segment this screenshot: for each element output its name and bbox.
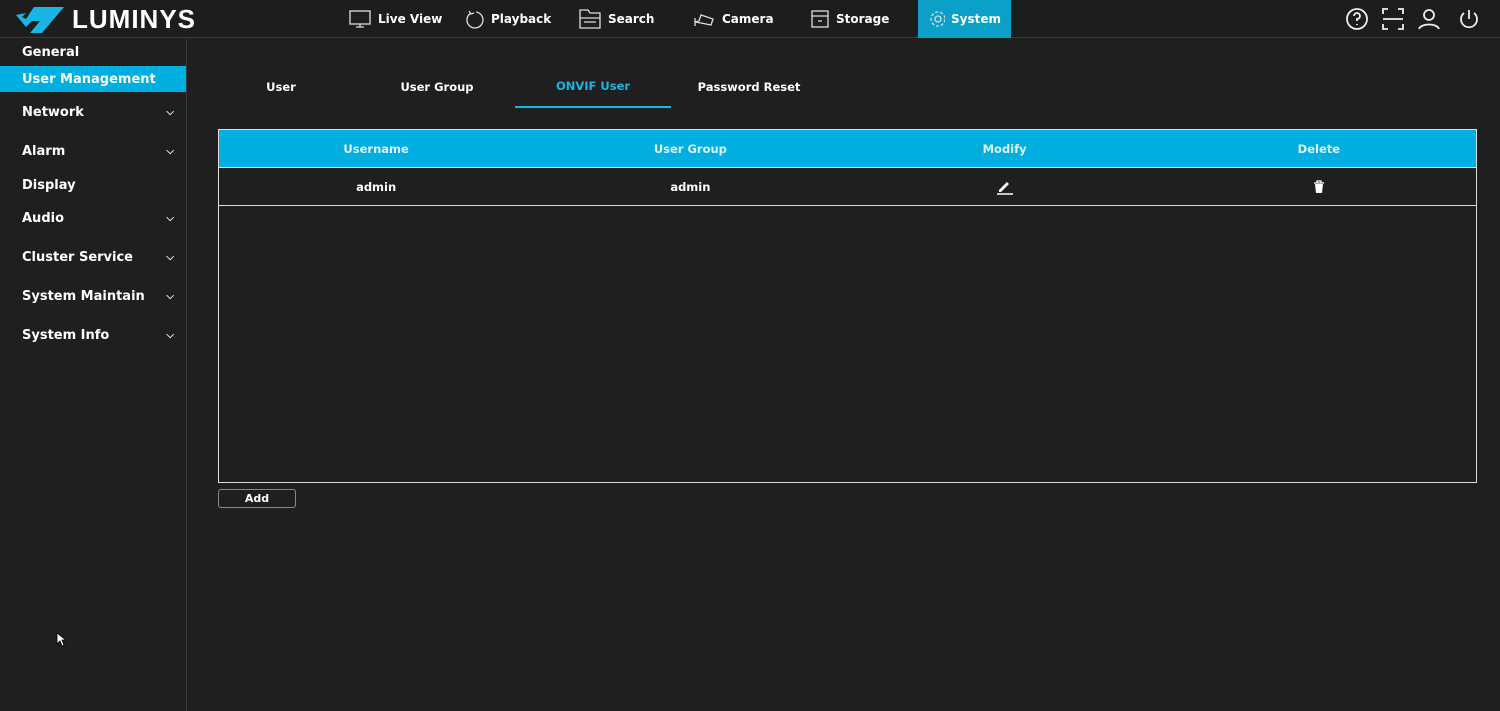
sidebar-item-audio[interactable]: Audio ⌵ bbox=[0, 205, 186, 231]
nav-storage[interactable]: Storage bbox=[800, 0, 899, 38]
fullscreen-icon[interactable] bbox=[1381, 7, 1405, 31]
header-delete: Delete bbox=[1162, 130, 1476, 167]
help-icon[interactable] bbox=[1345, 7, 1369, 31]
search-folder-icon bbox=[578, 8, 602, 30]
tab-user-group[interactable]: User Group bbox=[359, 66, 515, 108]
nav-label: Search bbox=[608, 12, 654, 26]
sidebar-label: System Info bbox=[22, 328, 109, 343]
power-icon[interactable] bbox=[1457, 7, 1481, 31]
sidebar-item-alarm[interactable]: Alarm ⌵ bbox=[0, 138, 186, 164]
sidebar-label: General bbox=[22, 45, 79, 60]
user-icon[interactable] bbox=[1417, 7, 1441, 31]
header-user-group: User Group bbox=[533, 130, 847, 167]
storage-icon bbox=[810, 9, 830, 29]
add-button[interactable]: Add bbox=[218, 489, 296, 508]
nav-camera[interactable]: Camera bbox=[682, 0, 784, 38]
nav-label: Storage bbox=[836, 12, 889, 26]
sidebar-item-general[interactable]: General bbox=[0, 39, 186, 65]
brand-name: LUMINYS bbox=[72, 4, 196, 35]
tab-user[interactable]: User bbox=[203, 66, 359, 108]
user-group-cell: admin bbox=[533, 168, 847, 205]
sidebar-item-user-management[interactable]: User Management bbox=[0, 66, 186, 92]
nav-search[interactable]: Search bbox=[568, 0, 664, 38]
tab-password-reset[interactable]: Password Reset bbox=[671, 66, 827, 108]
header-username: Username bbox=[219, 130, 533, 167]
tab-label: User Group bbox=[400, 80, 473, 94]
nav-system[interactable]: System bbox=[918, 0, 1011, 38]
gear-icon bbox=[928, 9, 945, 29]
sidebar-item-system-info[interactable]: System Info ⌵ bbox=[0, 322, 186, 348]
sidebar-item-network[interactable]: Network ⌵ bbox=[0, 99, 186, 125]
sidebar-label: Cluster Service bbox=[22, 250, 133, 265]
sidebar-item-system-maintain[interactable]: System Maintain ⌵ bbox=[0, 283, 186, 309]
sidebar-item-display[interactable]: Display bbox=[0, 172, 186, 198]
logo: LUMINYS bbox=[10, 4, 196, 35]
table-row: admin admin bbox=[219, 168, 1476, 206]
top-bar: LUMINYS Live View Playback Search Camera… bbox=[0, 0, 1500, 38]
nav-label: System bbox=[951, 12, 1001, 26]
username-cell: admin bbox=[219, 168, 533, 205]
camera-icon bbox=[692, 9, 716, 29]
mouse-cursor-icon bbox=[56, 632, 66, 647]
tab-label: ONVIF User bbox=[556, 79, 630, 93]
chevron-down-icon: ⌵ bbox=[166, 146, 174, 157]
table-header: Username User Group Modify Delete bbox=[219, 130, 1476, 168]
onvif-user-table: Username User Group Modify Delete admin … bbox=[218, 129, 1477, 483]
edit-pencil-icon[interactable] bbox=[996, 179, 1014, 195]
chevron-down-icon: ⌵ bbox=[166, 252, 174, 263]
tab-label: User bbox=[266, 80, 296, 94]
sidebar-label: System Maintain bbox=[22, 289, 145, 304]
tab-label: Password Reset bbox=[698, 80, 801, 94]
sidebar-label: Alarm bbox=[22, 144, 65, 159]
header-modify: Modify bbox=[848, 130, 1162, 167]
sidebar: General User Management Network⌵ Alarm⌵ … bbox=[0, 39, 187, 711]
chevron-down-icon: ⌵ bbox=[166, 107, 174, 118]
delete-cell bbox=[1162, 168, 1476, 205]
sidebar-label: User Management bbox=[22, 72, 156, 87]
sidebar-item-cluster-service[interactable]: Cluster Service ⌵ bbox=[0, 244, 186, 270]
nav-label: Camera bbox=[722, 12, 774, 26]
chevron-down-icon: ⌵ bbox=[166, 213, 174, 224]
chevron-down-icon: ⌵ bbox=[166, 330, 174, 341]
sidebar-label: Network bbox=[22, 105, 84, 120]
nav-playback[interactable]: Playback bbox=[455, 0, 561, 38]
sidebar-label: Audio bbox=[22, 211, 64, 226]
nav-label: Playback bbox=[491, 12, 551, 26]
tab-onvif-user[interactable]: ONVIF User bbox=[515, 66, 671, 108]
modify-cell bbox=[848, 168, 1162, 205]
monitor-icon bbox=[348, 9, 372, 29]
nav-label: Live View bbox=[378, 12, 442, 26]
luminys-logo-icon bbox=[10, 5, 66, 35]
nav-live-view[interactable]: Live View bbox=[338, 0, 452, 38]
trash-icon[interactable] bbox=[1313, 180, 1325, 194]
sidebar-label: Display bbox=[22, 178, 76, 193]
chevron-down-icon: ⌵ bbox=[166, 291, 174, 302]
playback-icon bbox=[465, 9, 485, 29]
